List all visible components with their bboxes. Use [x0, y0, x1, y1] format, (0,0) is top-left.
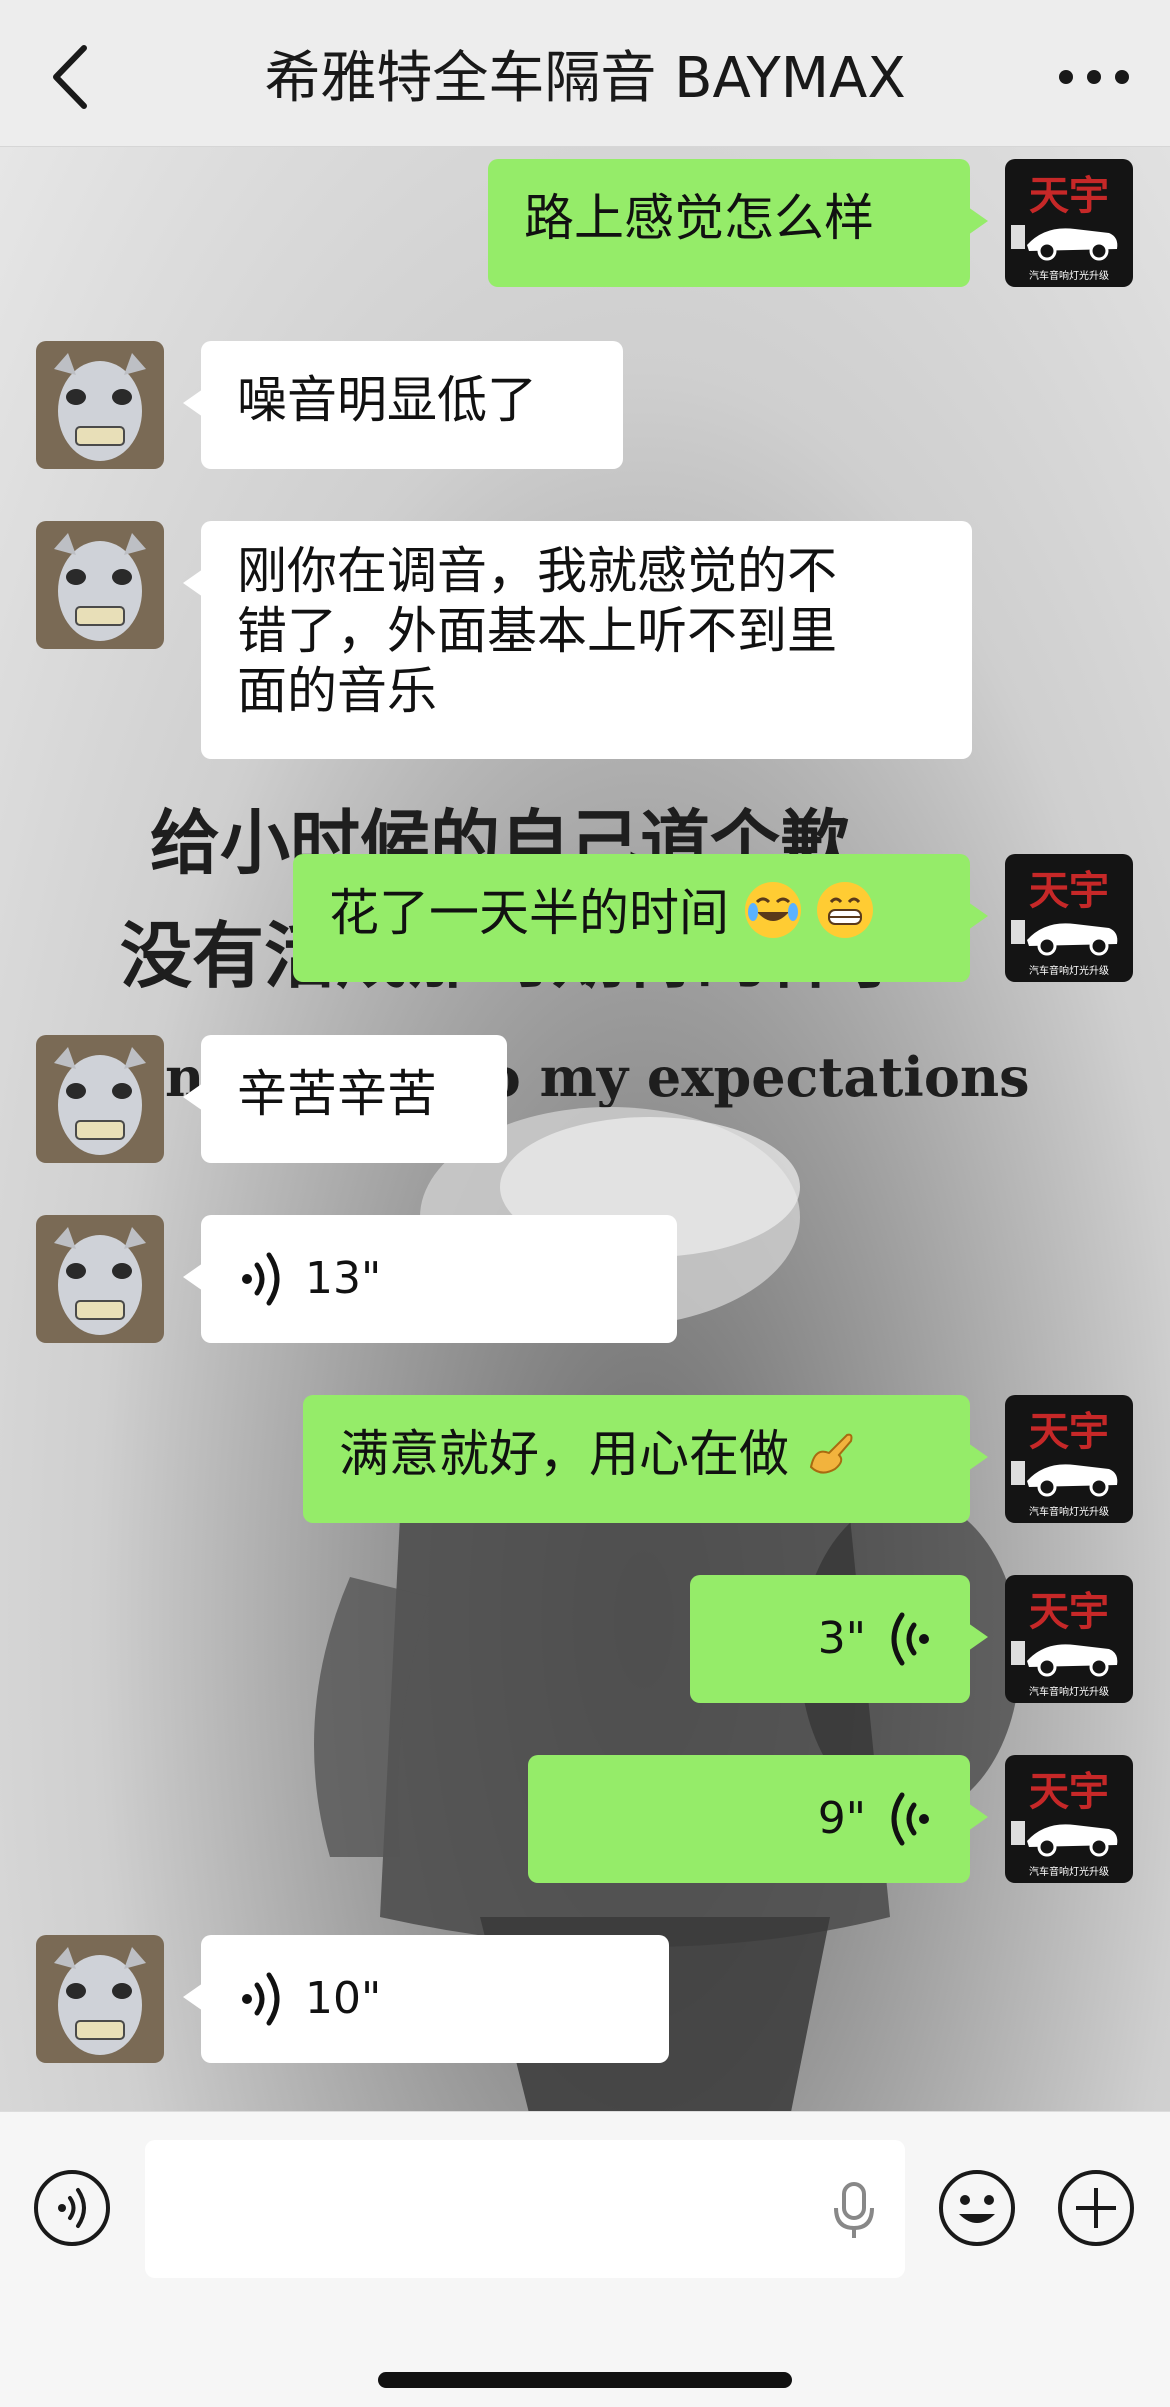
contact-goat-photo-icon — [36, 1215, 164, 1343]
voice-message-received[interactable]: 10" — [183, 1935, 669, 2063]
message-text: 噪音明显低了 — [237, 371, 537, 429]
ok-hand-emoji-icon — [805, 1423, 861, 1479]
my-avatar[interactable]: 天宇 汽车音响灯光升级 — [1005, 1395, 1133, 1523]
add-plus-icon[interactable] — [1056, 2168, 1136, 2248]
message-text: 辛苦辛苦 — [237, 1065, 437, 1123]
my-avatar[interactable]: 天宇 汽车音响灯光升级 — [1005, 1575, 1133, 1703]
message-input[interactable] — [145, 2140, 905, 2278]
avatar-small-text: 汽车音响灯光升级 — [1029, 1505, 1109, 1518]
message-bubble-received[interactable]: 辛苦辛苦 — [183, 1035, 507, 1163]
avatar-big-text: 天宇 — [1029, 1588, 1109, 1635]
voice-wave-icon — [891, 1612, 929, 1666]
message-bubble-received[interactable]: 刚你在调音，我就感觉的不 错了，外面基本上听不到里 面的音乐 — [183, 521, 972, 759]
my-avatar[interactable]: 天宇 汽车音响灯光升级 — [1005, 854, 1133, 982]
contact-goat-photo-icon — [36, 1935, 164, 2063]
contact-goat-photo-icon — [36, 341, 164, 469]
input-bar — [0, 2111, 1170, 2407]
contact-avatar[interactable] — [36, 1035, 164, 1163]
my-avatar[interactable]: 天宇 汽车音响灯光升级 — [1005, 159, 1133, 287]
tianyu-logo-icon: 天宇 汽车音响灯光升级 — [1005, 1755, 1133, 1883]
microphone-icon[interactable] — [831, 2182, 877, 2240]
message-bubble-sent[interactable]: 花了一天半的时间 — [293, 854, 988, 982]
avatar-big-text: 天宇 — [1029, 1408, 1109, 1455]
my-avatar[interactable]: 天宇 汽车音响灯光升级 — [1005, 1755, 1133, 1883]
more-options-icon[interactable] — [1054, 52, 1134, 102]
chat-header: 希雅特全车隔音 BAYMAX — [0, 0, 1170, 147]
voice-message-sent[interactable]: 3" — [690, 1575, 988, 1703]
voice-duration: 9" — [817, 1793, 866, 1844]
contact-avatar[interactable] — [36, 521, 164, 649]
message-text-line: 刚你在调音，我就感觉的不 — [237, 542, 837, 600]
tianyu-logo-icon: 天宇 汽车音响灯光升级 — [1005, 1575, 1133, 1703]
message-bubble-sent[interactable]: 满意就好，用心在做 — [303, 1395, 988, 1523]
avatar-big-text: 天宇 — [1029, 867, 1109, 914]
home-indicator[interactable] — [378, 2372, 792, 2388]
voice-duration: 13" — [305, 1253, 382, 1304]
tianyu-logo-icon: 天宇 汽车音响灯光升级 — [1005, 854, 1133, 982]
avatar-small-text: 汽车音响灯光升级 — [1029, 269, 1109, 282]
avatar-small-text: 汽车音响灯光升级 — [1029, 1865, 1109, 1878]
voice-duration: 10" — [305, 1973, 382, 2024]
avatar-big-text: 天宇 — [1029, 172, 1109, 219]
voice-input-toggle-icon[interactable] — [32, 2168, 112, 2248]
grinning-emoji-icon — [816, 882, 873, 938]
avatar-big-text: 天宇 — [1029, 1768, 1109, 1815]
contact-avatar[interactable] — [36, 341, 164, 469]
message-text-line: 错了，外面基本上听不到里 — [237, 602, 837, 660]
message-text-line: 面的音乐 — [237, 662, 437, 720]
voice-wave-icon — [891, 1792, 929, 1846]
voice-wave-icon — [242, 1972, 280, 2026]
voice-duration: 3" — [817, 1613, 866, 1664]
chat-title: 希雅特全车隔音 BAYMAX — [264, 46, 906, 111]
message-text: 路上感觉怎么样 — [524, 189, 874, 247]
voice-message-received[interactable]: 13" — [183, 1215, 677, 1343]
message-bubble-sent[interactable]: 路上感觉怎么样 — [488, 159, 988, 287]
voice-wave-icon — [242, 1252, 280, 1306]
message-bubble-received[interactable]: 噪音明显低了 — [183, 341, 623, 469]
emoji-smiley-icon[interactable] — [937, 2168, 1017, 2248]
avatar-small-text: 汽车音响灯光升级 — [1029, 1685, 1109, 1698]
avatar-small-text: 汽车音响灯光升级 — [1029, 964, 1109, 977]
contact-avatar[interactable] — [36, 1935, 164, 2063]
tianyu-logo-icon: 天宇 汽车音响灯光升级 — [1005, 159, 1133, 287]
tianyu-logo-icon: 天宇 汽车音响灯光升级 — [1005, 1395, 1133, 1523]
laughing-crying-emoji-icon — [744, 882, 801, 938]
message-text: 满意就好，用心在做 — [339, 1425, 789, 1483]
contact-goat-photo-icon — [36, 521, 164, 649]
message-text: 花了一天半的时间 — [329, 884, 729, 942]
contact-goat-photo-icon — [36, 1035, 164, 1163]
voice-message-sent[interactable]: 9" — [528, 1755, 988, 1883]
contact-avatar[interactable] — [36, 1215, 164, 1343]
